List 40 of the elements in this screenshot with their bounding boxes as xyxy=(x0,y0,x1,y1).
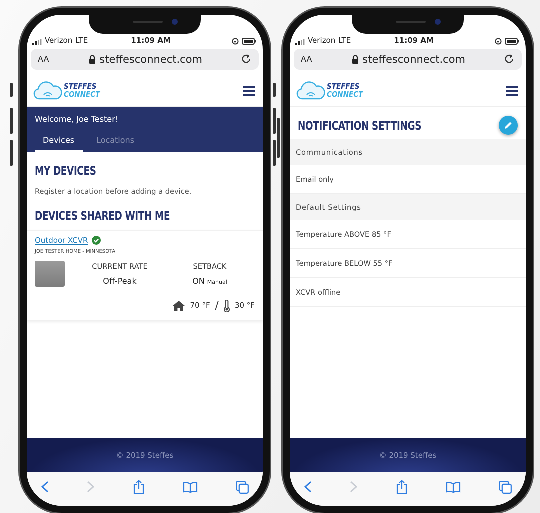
share-icon[interactable] xyxy=(133,480,145,494)
address-bar[interactable]: AA steffesconnect.com xyxy=(31,49,259,70)
tabs-icon[interactable] xyxy=(236,480,249,494)
lock-icon xyxy=(88,55,96,64)
share-icon[interactable] xyxy=(396,480,408,494)
separator-text: / xyxy=(215,299,219,312)
section-heading: DEVICES SHARED WITH ME xyxy=(35,209,172,223)
cloud-logo-icon xyxy=(296,80,326,100)
text-size-button[interactable]: AA xyxy=(38,55,50,64)
signal-icon xyxy=(32,39,42,45)
setback-value: ON xyxy=(192,277,205,286)
battery-icon xyxy=(242,38,257,45)
pencil-icon xyxy=(504,121,513,130)
signal-icon xyxy=(295,39,305,45)
menu-icon[interactable] xyxy=(506,86,518,96)
text-size-button[interactable]: AA xyxy=(301,55,312,64)
device-photo-placeholder xyxy=(35,261,65,287)
menu-icon[interactable] xyxy=(243,86,255,96)
rotation-lock-icon xyxy=(495,38,502,45)
welcome-text: Welcome, Joe Tester! xyxy=(35,115,120,124)
rotation-lock-icon xyxy=(232,38,239,45)
edit-button[interactable] xyxy=(499,116,518,135)
address-bar[interactable]: AA steffesconnect.com xyxy=(294,49,522,70)
reload-icon[interactable] xyxy=(505,54,515,65)
house-icon xyxy=(173,300,186,310)
tabs-icon[interactable] xyxy=(499,480,512,494)
book-icon[interactable] xyxy=(446,482,461,492)
url-text: steffesconnect.com xyxy=(362,54,466,66)
thermometer-icon xyxy=(224,300,230,312)
book-icon[interactable] xyxy=(183,482,198,492)
section-heading: MY DEVICES xyxy=(35,164,98,178)
cloud-logo-icon xyxy=(33,80,63,100)
tab[interactable]: Locations xyxy=(88,133,143,152)
reload-icon[interactable] xyxy=(242,54,252,65)
battery-icon xyxy=(505,38,520,45)
page-title: NOTIFICATION SETTINGS xyxy=(298,118,422,132)
url-text: steffesconnect.com xyxy=(100,54,202,66)
lock-icon xyxy=(352,55,359,64)
tab[interactable]: Devices xyxy=(35,133,83,152)
rate-value: Off-Peak xyxy=(102,277,138,286)
